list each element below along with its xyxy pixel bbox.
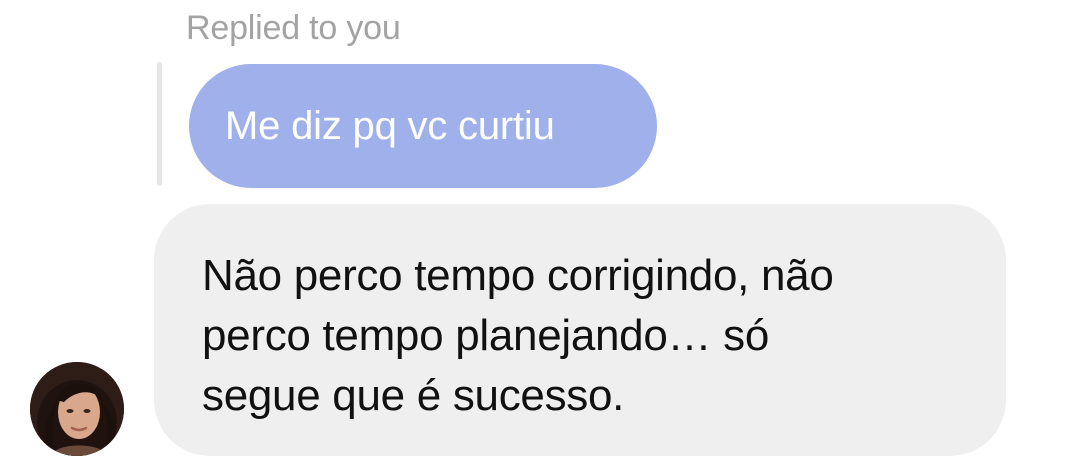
reply-indicator-bar <box>157 62 162 186</box>
quoted-message-text: Me diz pq vc curtiu <box>225 104 555 148</box>
sender-avatar[interactable] <box>30 362 124 456</box>
message-line: perco tempo planejando… só <box>202 311 770 360</box>
reply-context-label: Replied to you <box>186 9 401 47</box>
message-line: segue que é sucesso. <box>202 371 625 420</box>
message-bubble[interactable]: Não perco tempo corrigindo, não perco te… <box>154 204 1006 456</box>
profile-photo-icon <box>30 362 124 456</box>
message-line: Não perco tempo corrigindo, não <box>202 251 834 300</box>
quoted-message-bubble[interactable]: Me diz pq vc curtiu <box>189 64 657 188</box>
